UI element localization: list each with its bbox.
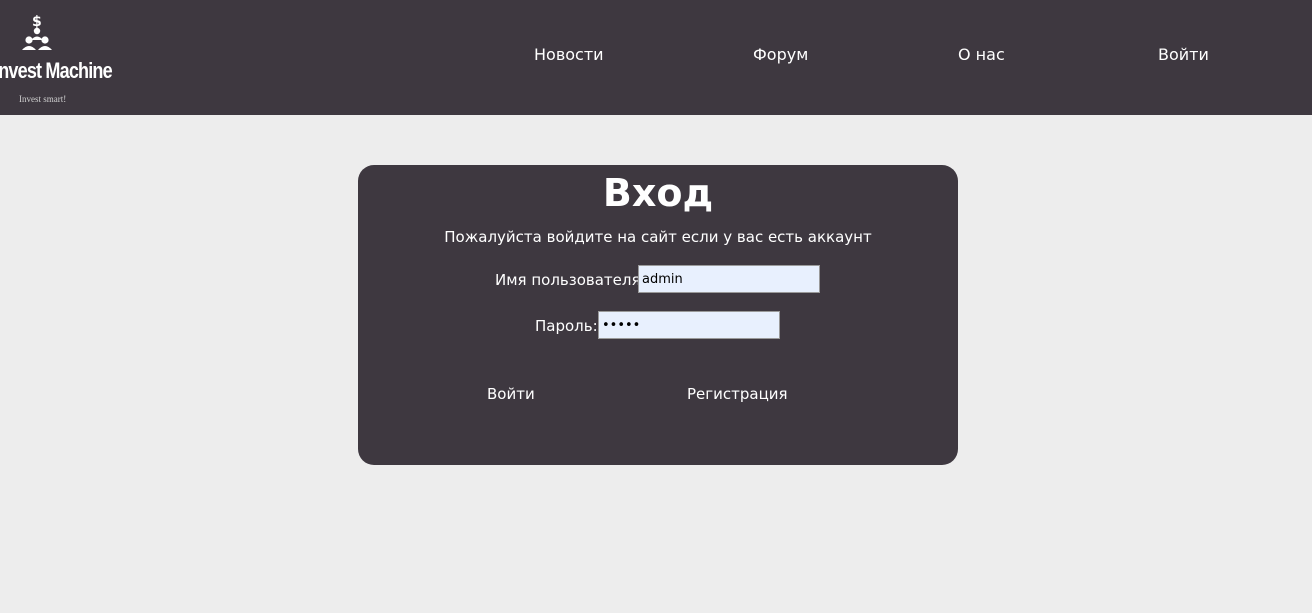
login-subtitle: Пожалуйста войдите на сайт если у вас ес…	[444, 228, 872, 246]
nav-link-news[interactable]: Новости	[534, 45, 604, 64]
nav-link-forum[interactable]: Форум	[753, 45, 808, 64]
nav-link-login[interactable]: Войти	[1158, 45, 1209, 64]
username-input[interactable]	[638, 265, 820, 293]
register-button[interactable]: Регистрация	[687, 385, 788, 403]
username-label: Имя пользователя:	[495, 271, 646, 289]
login-button[interactable]: Войти	[487, 385, 535, 403]
svg-text:$: $	[32, 14, 42, 30]
login-card: Вход Пожалуйста войдите на сайт если у в…	[358, 165, 958, 465]
logo-title: Invest Machine	[0, 58, 113, 83]
people-dollar-icon: $	[22, 14, 52, 50]
password-label: Пароль:	[535, 317, 598, 335]
page-title: Вход	[602, 171, 714, 215]
top-navigation-bar: $ Invest Machine Invest smart! Новости Ф…	[0, 0, 1312, 115]
nav-link-about[interactable]: О нас	[958, 45, 1005, 64]
password-input[interactable]	[598, 311, 780, 339]
logo-tagline: Invest smart!	[19, 94, 67, 104]
site-logo[interactable]: $ Invest Machine Invest smart!	[0, 14, 113, 110]
